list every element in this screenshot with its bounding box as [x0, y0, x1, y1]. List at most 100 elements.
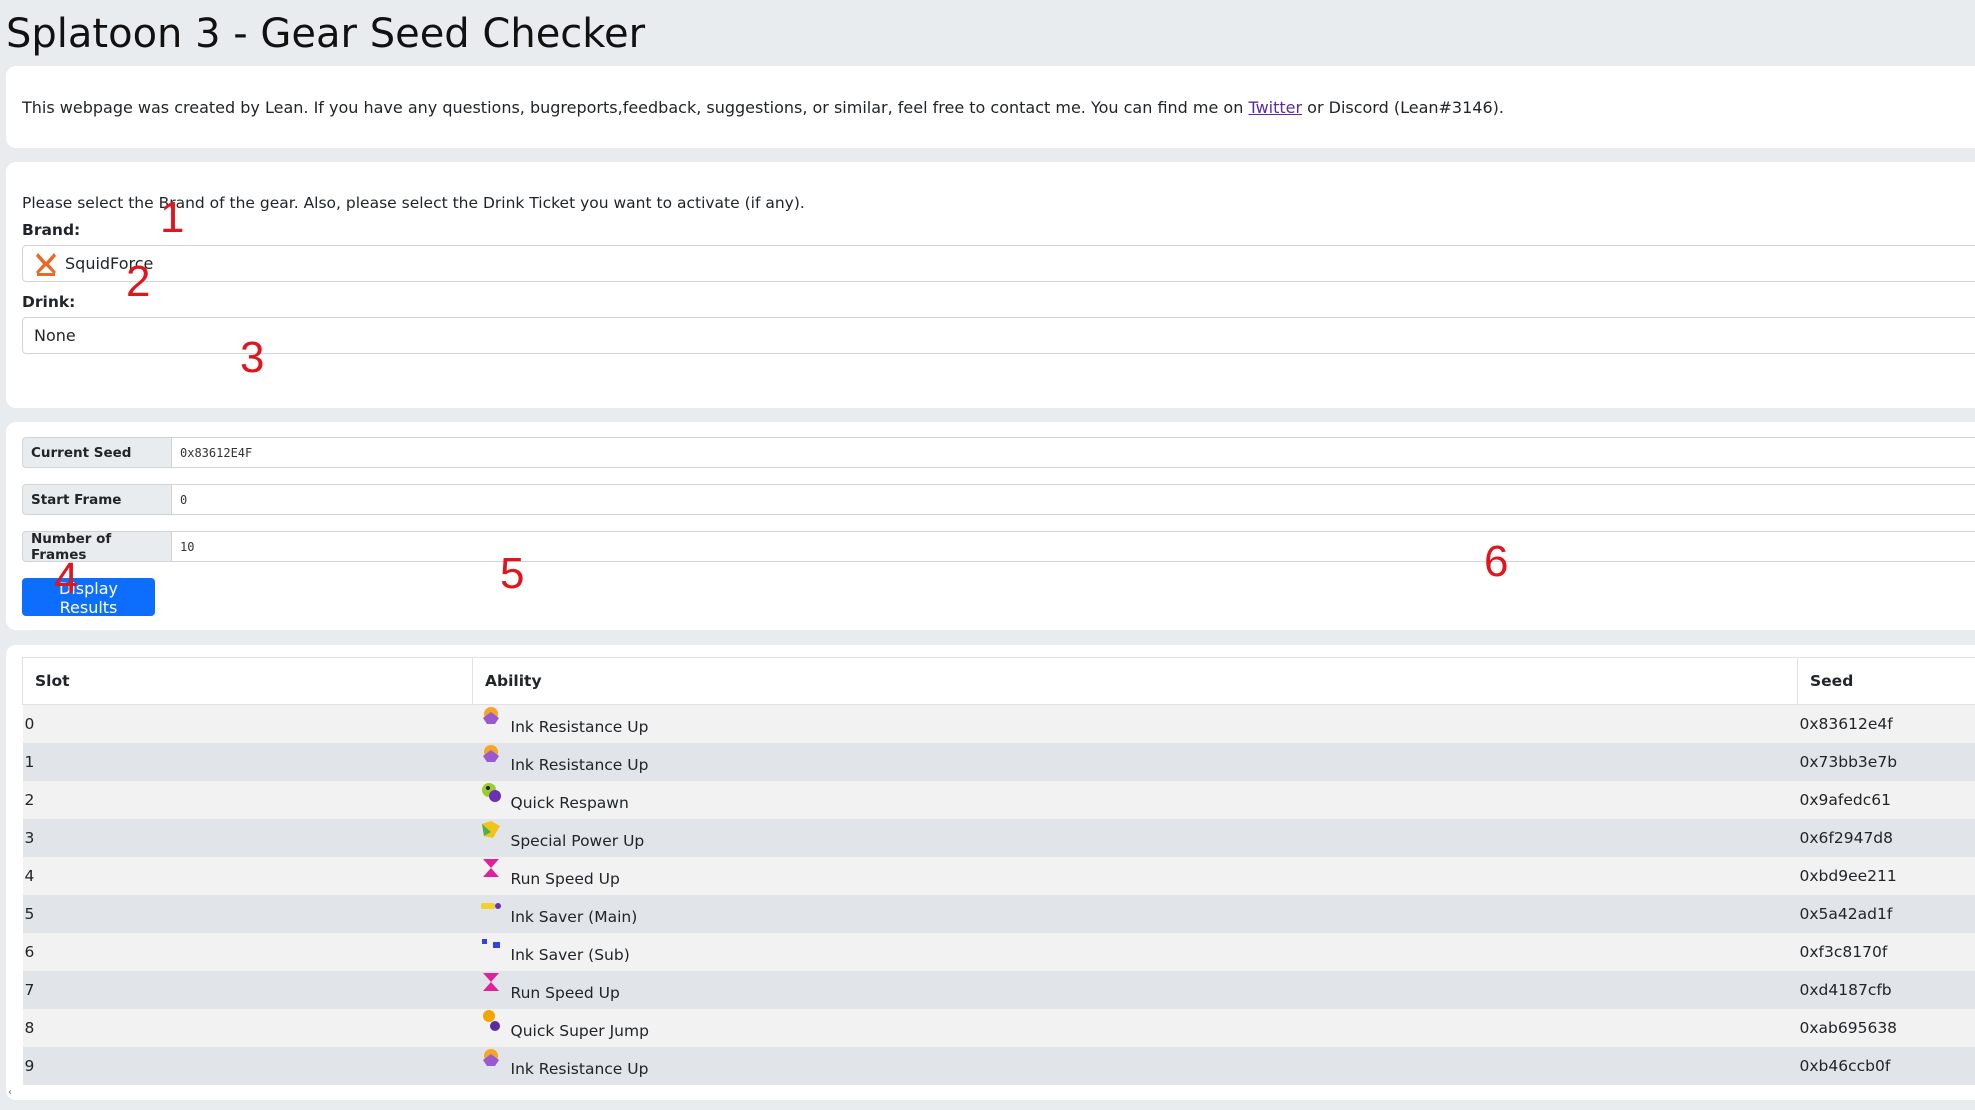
- ability-name: Quick Respawn: [510, 794, 629, 812]
- ability-content: Ink Saver (Sub): [475, 939, 1796, 964]
- header-slot: Slot: [22, 657, 473, 705]
- slot-cell: 8: [22, 1009, 473, 1047]
- table-row: 6 Ink Saver (Sub) 0xf3c8170f: [22, 933, 1975, 971]
- results-table: Slot Ability Seed 0 Ink Resistance Up 0x83…: [22, 657, 1975, 1085]
- ability-name: Special Power Up: [510, 832, 645, 850]
- ink-saver-main-icon: [480, 903, 501, 909]
- seed-cell: 0x73bb3e7b: [1797, 743, 1975, 781]
- slot-cell: 7: [22, 971, 473, 1009]
- slot-cell: 9: [22, 1047, 473, 1085]
- seed-cell: 0x83612e4f: [1797, 704, 1975, 743]
- annotation-3: 3: [240, 333, 265, 382]
- scroll-left-arrow-icon[interactable]: ‹: [8, 1087, 12, 1098]
- number-of-frames-input[interactable]: [172, 531, 1975, 562]
- seed-cell: 0xbd9ee211: [1797, 857, 1975, 895]
- results-card: Slot Ability Seed 0 Ink Resistance Up 0x83…: [6, 645, 1975, 1100]
- current-seed-label: Current Seed: [22, 437, 172, 468]
- twitter-link[interactable]: Twitter: [1248, 98, 1302, 117]
- ability-cell: Ink Saver (Sub): [472, 933, 1798, 971]
- table-row: 2 Quick Respawn 0x9afedc61: [22, 781, 1975, 819]
- drink-select[interactable]: None: [22, 317, 1975, 354]
- seed-cell: 0x5a42ad1f: [1797, 895, 1975, 933]
- ability-cell: Run Speed Up: [472, 971, 1798, 1009]
- quick-super-jump-icon: [482, 1010, 500, 1031]
- ink-saver-sub-icon: [481, 939, 500, 948]
- ability-name: Run Speed Up: [510, 870, 620, 888]
- ability-content: Quick Super Jump: [475, 1010, 1796, 1040]
- run-speed-up-icon: [482, 973, 499, 991]
- table-row: 8 Quick Super Jump 0xab695638: [22, 1009, 1975, 1047]
- seed-cell: 0xf3c8170f: [1797, 933, 1975, 971]
- table-row: 5 Ink Saver (Main) 0x5a42ad1f: [22, 895, 1975, 933]
- slot-cell: 6: [22, 933, 473, 971]
- ability-name: Ink Resistance Up: [510, 718, 649, 736]
- number-of-frames-label: Number of Frames: [22, 531, 172, 563]
- ability-name: Quick Super Jump: [510, 1022, 649, 1040]
- slot-cell: 2: [22, 781, 473, 819]
- results-body: 0 Ink Resistance Up 0x83612e4f 1 Ink Resista…: [22, 704, 1975, 1085]
- drink-label: Drink:: [22, 293, 76, 311]
- special-power-up-icon: [481, 821, 500, 838]
- ability-name: Ink Saver (Sub): [510, 946, 630, 964]
- brand-label: Brand:: [22, 221, 81, 239]
- current-seed-input[interactable]: [172, 437, 1975, 468]
- annotation-6: 6: [1484, 537, 1509, 586]
- ability-content: Ink Resistance Up: [475, 1049, 1796, 1078]
- slot-cell: 0: [22, 704, 473, 743]
- ability-cell: Ink Resistance Up: [472, 743, 1798, 781]
- table-row: 0 Ink Resistance Up 0x83612e4f: [22, 704, 1975, 743]
- ability-content: Quick Respawn: [475, 783, 1796, 812]
- ability-content: Special Power Up: [475, 821, 1796, 850]
- selection-instructions: Please select the Brand of the gear. Als…: [22, 194, 805, 212]
- ink-resistance-up-icon: [482, 1049, 499, 1066]
- seed-cell: 0xab695638: [1797, 1009, 1975, 1047]
- info-text-before: This webpage was created by Lean. If you…: [22, 98, 1249, 117]
- start-frame-row: Start Frame: [22, 484, 1975, 515]
- ability-cell: Ink Saver (Main): [472, 895, 1798, 933]
- ability-cell: Quick Super Jump: [472, 1009, 1798, 1047]
- ability-name: Run Speed Up: [510, 984, 620, 1002]
- annotation-1: 1: [160, 193, 185, 242]
- run-speed-up-icon: [482, 859, 499, 877]
- number-of-frames-row: Number of Frames: [22, 531, 1975, 563]
- table-row: 1 Ink Resistance Up 0x73bb3e7b: [22, 743, 1975, 781]
- slot-cell: 5: [22, 895, 473, 933]
- ability-content: Run Speed Up: [475, 859, 1796, 888]
- ability-cell: Special Power Up: [472, 819, 1798, 857]
- selection-card: Please select the Brand of the gear. Als…: [6, 162, 1975, 408]
- brand-select[interactable]: SquidForce: [22, 245, 1975, 282]
- ink-resistance-up-icon: [482, 745, 499, 762]
- seed-cell: 0xb46ccb0f: [1797, 1047, 1975, 1085]
- drink-select-value: None: [34, 326, 76, 345]
- current-seed-row: Current Seed: [22, 437, 1975, 468]
- annotation-5: 5: [500, 549, 525, 598]
- squidforce-logo-icon: [36, 252, 56, 276]
- seed-cell: 0xd4187cfb: [1797, 971, 1975, 1009]
- table-row: 9 Ink Resistance Up 0xb46ccb0f: [22, 1047, 1975, 1085]
- slot-cell: 1: [22, 743, 473, 781]
- display-results-button[interactable]: Display Results: [22, 578, 155, 617]
- table-row: 7 Run Speed Up 0xd4187cfb: [22, 971, 1975, 1009]
- ability-name: Ink Resistance Up: [510, 756, 649, 774]
- page-title: Splatoon 3 - Gear Seed Checker: [6, 11, 646, 57]
- seed-cell: 0x6f2947d8: [1797, 819, 1975, 857]
- info-text: This webpage was created by Lean. If you…: [22, 98, 1504, 117]
- ability-cell: Quick Respawn: [472, 781, 1798, 819]
- slot-cell: 4: [22, 857, 473, 895]
- ability-name: Ink Resistance Up: [510, 1060, 649, 1078]
- ability-content: Run Speed Up: [475, 973, 1796, 1002]
- ink-resistance-up-icon: [482, 707, 499, 724]
- ability-content: Ink Saver (Main): [475, 902, 1796, 926]
- start-frame-input[interactable]: [172, 484, 1975, 515]
- ability-cell: Ink Resistance Up: [472, 704, 1798, 743]
- table-row: 4 Run Speed Up 0xbd9ee211: [22, 857, 1975, 895]
- ability-content: Ink Resistance Up: [475, 707, 1796, 736]
- parameters-card: Current Seed Start Frame Number of Frame…: [6, 422, 1975, 630]
- info-card: This webpage was created by Lean. If you…: [6, 66, 1975, 148]
- annotation-2: 2: [126, 257, 151, 306]
- header-ability: Ability: [472, 657, 1798, 705]
- table-row: 3 Special Power Up 0x6f2947d8: [22, 819, 1975, 857]
- annotation-4: 4: [54, 554, 79, 603]
- start-frame-label: Start Frame: [22, 484, 172, 515]
- slot-cell: 3: [22, 819, 473, 857]
